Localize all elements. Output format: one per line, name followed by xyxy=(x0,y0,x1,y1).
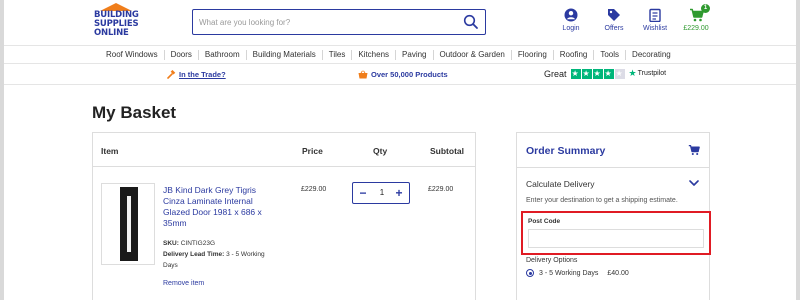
category-nav: Roof Windows Doors Bathroom Building Mat… xyxy=(4,45,796,64)
trustpilot-rating[interactable]: Great ★ Trustpilot xyxy=(544,68,667,80)
qty-increase-button[interactable]: + xyxy=(392,185,406,201)
nav-item-paving[interactable]: Paving xyxy=(396,50,434,60)
product-name-link[interactable]: JB Kind Dark Grey Tigris Cinza Laminate … xyxy=(163,185,273,229)
postcode-input[interactable] xyxy=(528,229,704,248)
chevron-down-icon[interactable] xyxy=(689,179,699,187)
cart-link[interactable]: 1 £229.00 xyxy=(676,4,716,32)
nav-item-kitchens[interactable]: Kitchens xyxy=(352,50,397,60)
logo-line: ONLINE xyxy=(94,28,129,38)
nav-item-outdoor-garden[interactable]: Outdoor & Garden xyxy=(434,50,512,60)
nav-item-roofing[interactable]: Roofing xyxy=(554,50,595,60)
products-promo: Over 50,000 Products xyxy=(358,70,448,79)
calculate-delivery-description: Enter your destination to get a shipping… xyxy=(526,197,678,204)
nav-item-flooring[interactable]: Flooring xyxy=(512,50,554,60)
trustpilot-star-icon: ★ xyxy=(628,68,637,78)
lead-time-label: Delivery Lead Time: xyxy=(163,251,225,258)
basket-header-row: Item Price Qty Subtotal xyxy=(93,133,475,167)
rating-word: Great xyxy=(544,68,567,79)
lead-time-line: Delivery Lead Time: 3 - 5 Working Days xyxy=(163,249,273,271)
calculate-delivery-toggle[interactable]: Calculate Delivery xyxy=(526,179,595,189)
cart-total: £229.00 xyxy=(683,25,709,32)
product-meta: SKU: CINTIG23G Delivery Lead Time: 3 - 5… xyxy=(163,238,273,271)
promo-bar: In the Trade? Over 50,000 Products Great… xyxy=(4,64,796,85)
wishlist-link[interactable]: Wishlist xyxy=(635,8,675,32)
page-title: My Basket xyxy=(92,103,177,122)
col-header-qty: Qty xyxy=(373,146,388,156)
col-header-subtotal: Subtotal xyxy=(430,146,464,156)
search-bar xyxy=(192,9,486,35)
trade-label: In the Trade? xyxy=(179,70,226,79)
star-icon xyxy=(592,68,603,80)
order-summary-title: Order Summary xyxy=(526,145,606,157)
login-label: Login xyxy=(562,25,580,32)
qty-decrease-button[interactable]: − xyxy=(356,185,370,201)
postcode-label: Post Code xyxy=(528,218,561,225)
nav-item-doors[interactable]: Doors xyxy=(165,50,199,60)
trustpilot-label: Trustpilot xyxy=(637,70,667,77)
sku-line: SKU: CINTIG23G xyxy=(163,238,273,249)
basket-icon xyxy=(358,70,368,79)
wishlist-icon xyxy=(649,8,661,22)
product-thumbnail[interactable] xyxy=(101,183,155,265)
delivery-option-radio[interactable] xyxy=(526,269,534,277)
star-icon xyxy=(603,68,614,80)
delivery-option[interactable]: 3 - 5 Working Days £40.00 xyxy=(526,269,629,277)
login-link[interactable]: Login xyxy=(551,8,591,32)
postcode-field-group: Post Code xyxy=(521,211,711,255)
nav-item-decorating[interactable]: Decorating xyxy=(626,50,677,60)
wishlist-label: Wishlist xyxy=(642,25,668,32)
nav-item-bathroom[interactable]: Bathroom xyxy=(199,50,247,60)
nav-item-tools[interactable]: Tools xyxy=(594,50,627,60)
col-header-price: Price xyxy=(302,146,323,156)
item-price: £229.00 xyxy=(301,186,327,193)
col-header-item: Item xyxy=(101,146,119,156)
nav-item-tiles[interactable]: Tiles xyxy=(323,50,353,60)
quantity-stepper: − 1 + xyxy=(352,182,410,204)
site-header: BUILDING SUPPLIES ONLINE Login Offers xyxy=(4,0,796,44)
offers-link[interactable]: Offers xyxy=(594,8,634,32)
order-summary-panel: Order Summary Calculate Delivery Enter y… xyxy=(516,132,711,300)
cart-count-badge: 1 xyxy=(701,4,710,13)
nav-item-building-materials[interactable]: Building Materials xyxy=(247,50,323,60)
site-logo[interactable]: BUILDING SUPPLIES ONLINE xyxy=(94,3,139,41)
trustpilot-logo: ★ Trustpilot xyxy=(629,68,667,79)
qty-value[interactable]: 1 xyxy=(373,188,391,197)
login-icon xyxy=(564,8,578,22)
star-icon xyxy=(581,68,592,80)
item-subtotal: £229.00 xyxy=(428,186,454,193)
trade-link[interactable]: In the Trade? xyxy=(167,70,226,79)
sku-value: CINTIG23G xyxy=(180,240,216,247)
offers-label: Offers xyxy=(604,25,624,32)
remove-item-link[interactable]: Remove item xyxy=(163,280,204,287)
door-image xyxy=(120,187,138,261)
rating-stars xyxy=(570,68,625,80)
search-icon[interactable] xyxy=(463,14,479,30)
nav-item-roof-windows[interactable]: Roof Windows xyxy=(100,50,165,60)
products-label: Over 50,000 Products xyxy=(371,70,448,79)
delivery-options-title: Delivery Options xyxy=(526,257,578,264)
offers-icon xyxy=(608,9,620,21)
divider xyxy=(517,167,709,168)
cart-icon xyxy=(688,144,700,156)
star-empty-icon xyxy=(614,68,625,80)
delivery-option-price: £40.00 xyxy=(607,269,629,277)
trade-icon xyxy=(167,70,176,79)
basket-table: Item Price Qty Subtotal JB Kind Dark Gre… xyxy=(92,132,476,300)
delivery-option-label: 3 - 5 Working Days xyxy=(539,269,599,277)
search-input[interactable] xyxy=(199,15,449,29)
sku-label: SKU: xyxy=(163,240,179,247)
star-icon xyxy=(570,68,581,80)
